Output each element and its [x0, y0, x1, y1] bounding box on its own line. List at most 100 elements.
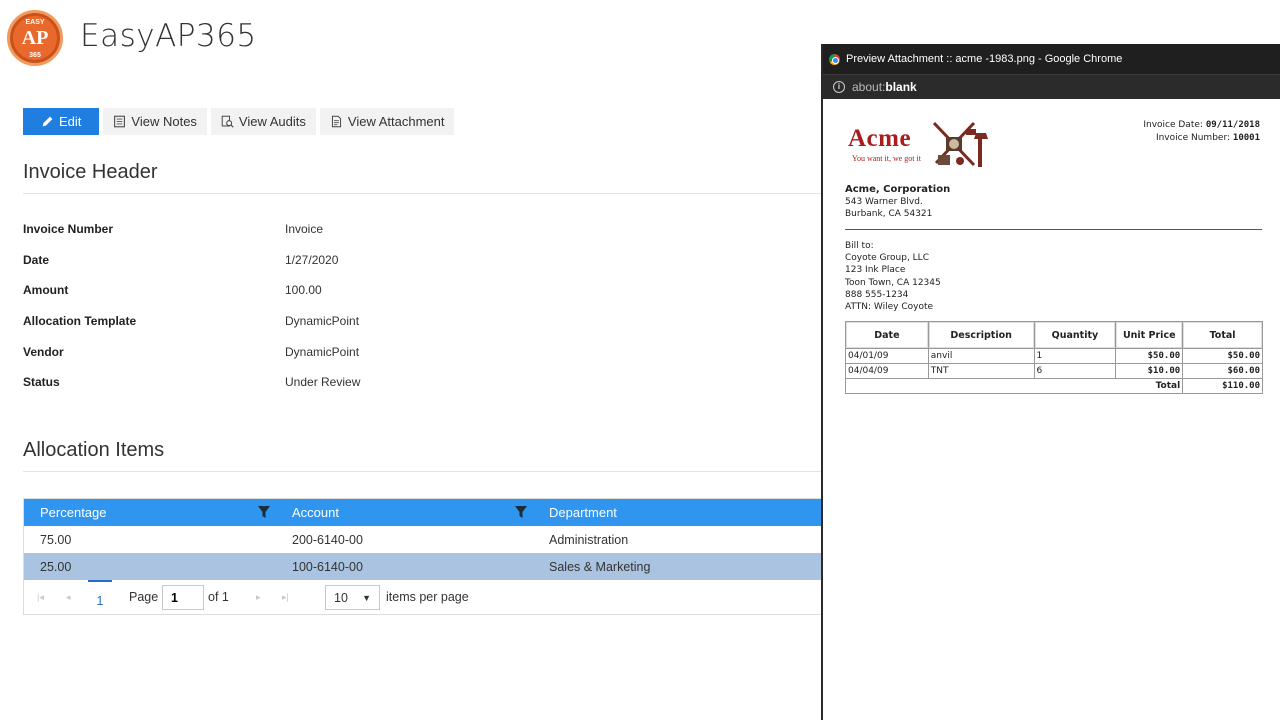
- acme-tools-illustration-icon: [932, 121, 988, 167]
- bill-to-line: ATTN: Wiley Coyote: [845, 302, 934, 313]
- last-page-icon[interactable]: ▸|: [282, 592, 289, 603]
- previous-page-icon[interactable]: ◂: [66, 592, 71, 603]
- section-divider: [23, 471, 823, 472]
- invoice-number-value: 10001: [1232, 133, 1260, 143]
- allocation-items-title: Allocation Items: [23, 439, 165, 461]
- popup-url: about:blank: [852, 80, 917, 94]
- url-scheme: about:: [852, 80, 886, 94]
- field-label: Date: [23, 253, 50, 267]
- attachment-document-icon: [331, 115, 341, 128]
- field-label: Invoice Number: [23, 222, 114, 236]
- field-value: Under Review: [285, 375, 361, 389]
- page-input[interactable]: [162, 585, 204, 610]
- column-header-unit-price: Unit Price: [1115, 321, 1184, 349]
- acme-logo-text: Acme: [848, 125, 912, 152]
- company-address-line: Burbank, CA 54321: [845, 209, 933, 219]
- cell-description: anvil: [927, 348, 1035, 364]
- edit-button[interactable]: Edit: [23, 108, 100, 135]
- invoice-header-title: Invoice Header: [23, 161, 158, 183]
- cell-department: Sales & Marketing: [549, 560, 651, 574]
- cell-percentage: 75.00: [40, 533, 72, 547]
- view-notes-button[interactable]: View Notes: [103, 108, 207, 135]
- items-per-page-select[interactable]: 10 ▼: [325, 585, 380, 610]
- bill-to-block: Bill to: Coyote Group, LLC 123 Ink Place…: [845, 240, 941, 313]
- preview-attachment-window: Preview Attachment :: acme -1983.png - G…: [821, 44, 1280, 720]
- invoice-document: Acme You want it, we got it Invoice Date…: [823, 99, 1280, 719]
- grand-total-value: $110.00: [1182, 378, 1263, 394]
- invoice-date-value: 09/11/2018: [1205, 120, 1260, 130]
- popup-address-bar[interactable]: i about:blank: [823, 74, 1280, 99]
- info-icon[interactable]: i: [833, 81, 845, 93]
- items-per-page-label: items per page: [386, 590, 469, 604]
- field-value: DynamicPoint: [285, 314, 360, 328]
- cell-description: TNT: [927, 363, 1035, 379]
- table-row[interactable]: 75.00 200-6140-00 Administration: [24, 526, 822, 553]
- cell-unit-price: $50.00: [1115, 348, 1184, 364]
- chevron-down-icon: ▼: [362, 593, 371, 603]
- cell-percentage: 25.00: [40, 560, 72, 574]
- cell-total: $50.00: [1182, 348, 1263, 364]
- cell-unit-price: $10.00: [1115, 363, 1184, 379]
- cell-date: 04/01/09: [845, 348, 929, 364]
- field-value: Invoice: [285, 222, 324, 236]
- field-invoice-number: Invoice Number Invoice: [23, 222, 803, 242]
- invoice-date-label: Invoice Date:: [1143, 120, 1203, 130]
- first-page-icon[interactable]: |◂: [37, 592, 44, 603]
- field-label: Amount: [23, 283, 69, 297]
- bill-to-line: 888 555-1234: [845, 289, 909, 300]
- logo-top-text: EASY: [25, 19, 45, 26]
- invoice-meta: Invoice Date: 09/11/2018 Invoice Number:…: [1143, 119, 1260, 145]
- chrome-logo-icon: [829, 53, 840, 65]
- column-header-quantity: Quantity: [1033, 321, 1117, 349]
- cell-account: 200-6140-00: [292, 533, 363, 547]
- pencil-icon: [42, 116, 53, 127]
- popup-window-title: Preview Attachment :: acme -1983.png - G…: [846, 53, 1123, 65]
- page-label: Page: [129, 590, 159, 604]
- notes-icon: [114, 115, 126, 128]
- popup-title-bar[interactable]: Preview Attachment :: acme -1983.png - G…: [823, 44, 1280, 74]
- edit-button-label: Edit: [59, 114, 82, 129]
- field-value: DynamicPoint: [285, 345, 360, 359]
- audit-search-icon: [221, 115, 234, 128]
- invoice-number-label: Invoice Number:: [1155, 133, 1231, 143]
- view-attachment-button[interactable]: View Attachment: [319, 108, 455, 135]
- column-header-department[interactable]: Department: [549, 505, 617, 520]
- document-divider: [845, 229, 1262, 230]
- field-label: Status: [23, 375, 60, 389]
- next-page-icon[interactable]: ▸: [256, 592, 261, 603]
- page-number-current[interactable]: 1: [88, 580, 112, 614]
- company-name: Acme, Corporation: [845, 184, 951, 195]
- field-label: Allocation Template: [23, 314, 137, 328]
- cell-department: Administration: [549, 533, 629, 547]
- table-total-row: Total $110.00: [844, 378, 1263, 394]
- table-row[interactable]: 25.00 100-6140-00 Sales & Marketing: [24, 553, 822, 580]
- field-status: Status Under Review: [23, 375, 803, 395]
- allocation-grid: Percentage Account Department 75.00 200-…: [23, 498, 823, 615]
- bill-to-line: Toon Town, CA 12345: [845, 277, 941, 288]
- pager: |◂ ◂ 1 Page of 1 ▸ ▸| 10 ▼ items per pag…: [24, 580, 822, 614]
- field-value: 1/27/2020: [285, 253, 339, 267]
- filter-icon[interactable]: [258, 506, 270, 518]
- company-address: Acme, Corporation 543 Warner Blvd. Burba…: [845, 184, 950, 220]
- column-header-total: Total: [1182, 321, 1263, 349]
- table-row: 04/04/09 TNT 6 $10.00 $60.00: [845, 363, 1263, 379]
- view-attachment-label: View Attachment: [347, 114, 445, 129]
- items-per-page-value: 10: [334, 591, 348, 605]
- url-path: blank: [885, 80, 917, 94]
- table-header-row: Date Description Quantity Unit Price Tot…: [845, 321, 1263, 349]
- total-label: Total: [844, 378, 1184, 394]
- acme-tagline: You want it, we got it: [852, 154, 921, 163]
- bill-to-line: Bill to:: [845, 241, 874, 251]
- logo-mid-text: AP: [21, 27, 49, 49]
- page-of-label: of 1: [208, 590, 229, 604]
- cell-account: 100-6140-00: [292, 560, 363, 574]
- bill-to-line: 123 Ink Place: [845, 265, 906, 276]
- cell-quantity: 1: [1033, 348, 1117, 364]
- cell-quantity: 6: [1033, 363, 1117, 379]
- view-audits-button[interactable]: View Audits: [210, 108, 316, 135]
- filter-icon[interactable]: [515, 506, 527, 518]
- field-vendor: Vendor DynamicPoint: [23, 345, 803, 365]
- column-header-percentage[interactable]: Percentage: [40, 505, 107, 520]
- column-header-account[interactable]: Account: [292, 505, 339, 520]
- section-divider: [23, 193, 823, 194]
